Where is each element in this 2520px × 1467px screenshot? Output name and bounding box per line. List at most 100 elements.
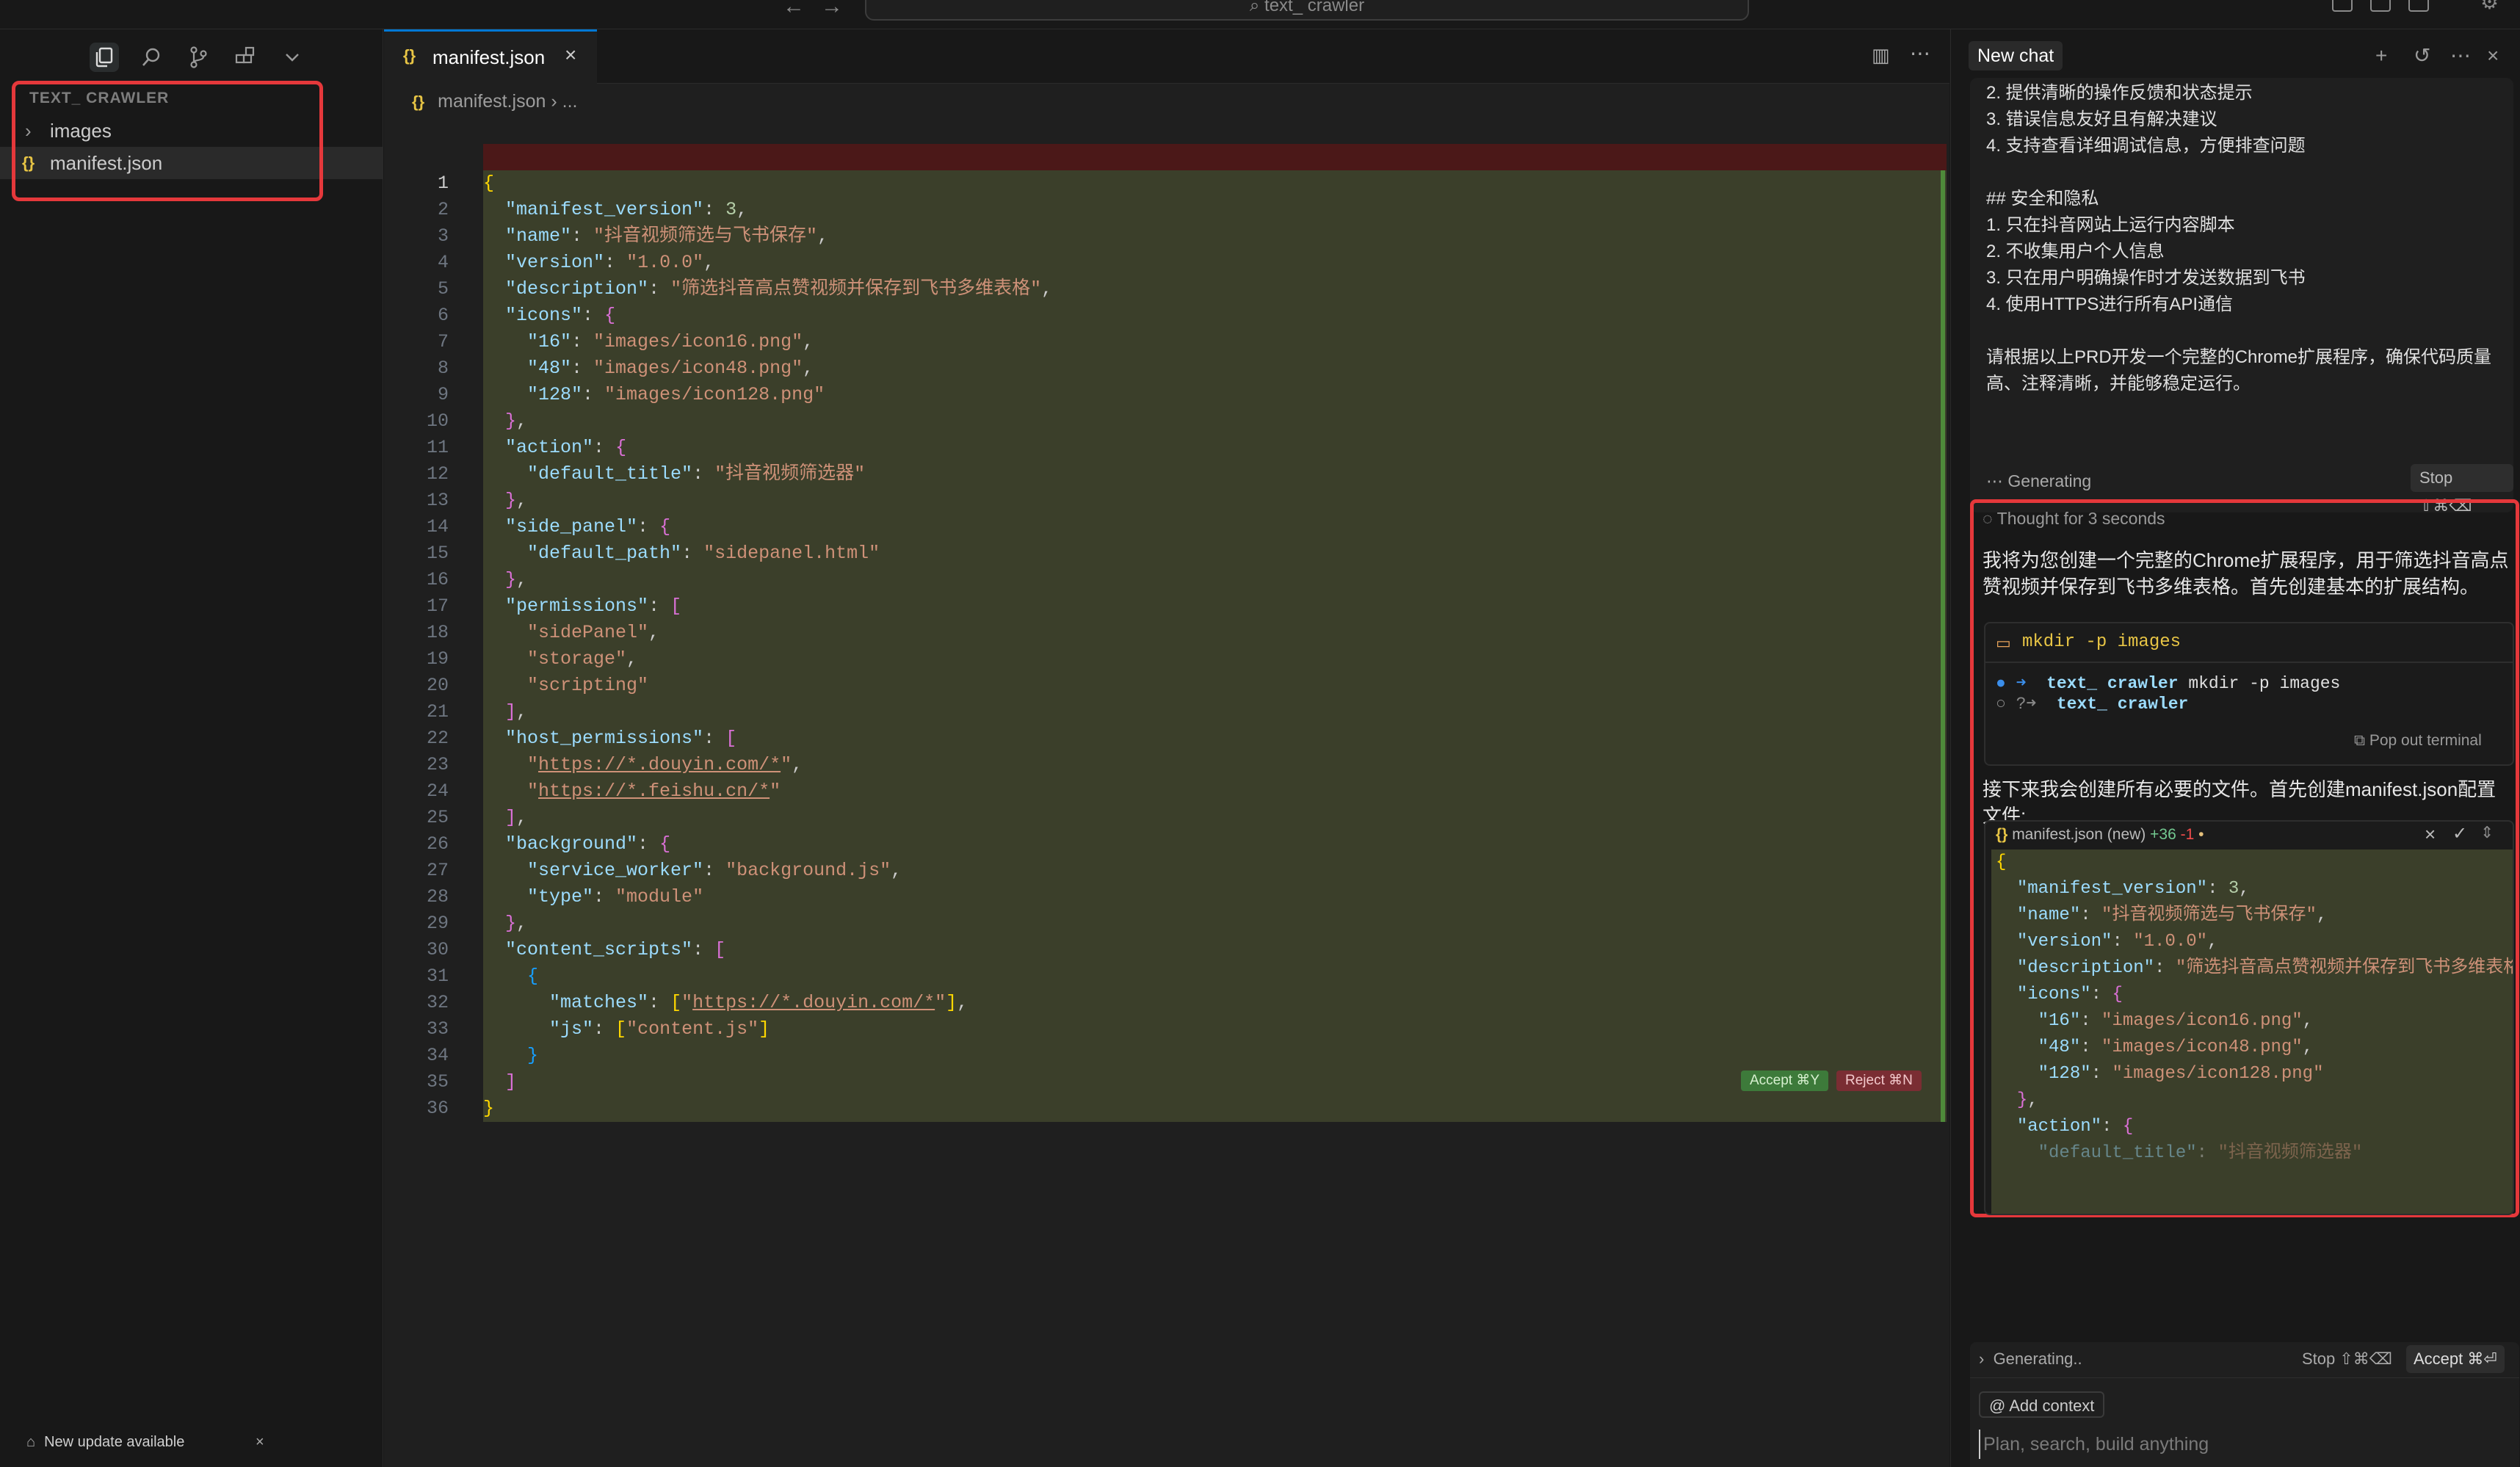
- add-context-button[interactable]: @ Add context: [1979, 1391, 2105, 1418]
- code-line: 27 "service_worker": "background.js",: [426, 860, 902, 881]
- code-line: 29 },: [426, 913, 528, 934]
- toggle-sidebar-icon[interactable]: [2332, 0, 2353, 12]
- close-tab-icon[interactable]: ×: [565, 43, 576, 67]
- breadcrumb: {} manifest.json › ...: [412, 91, 578, 112]
- message-line: ## 安全和隐私: [1986, 189, 2099, 209]
- code-line: 31 {: [426, 966, 539, 987]
- code-line: 7 "16": "images/icon16.png",: [437, 331, 814, 352]
- terminal-command: mkdir -p images: [2022, 632, 2182, 652]
- toggle-secondary-sidebar-icon[interactable]: [2408, 0, 2429, 12]
- history-icon[interactable]: ↺: [2414, 46, 2430, 66]
- accept-all-button[interactable]: Accept ⌘⏎: [2406, 1345, 2505, 1373]
- code-line: 35 ]: [426, 1071, 517, 1093]
- thought-indicator[interactable]: ◌ Thought for 3 seconds: [1983, 509, 2165, 529]
- generating-bar: › Generating.. Stop ⇧⌘⌫ Accept ⌘⏎: [1970, 1342, 2519, 1377]
- external-link-icon: ⧉: [2354, 732, 2369, 749]
- stop-generating-button[interactable]: Stop ⇧⌘⌫: [2302, 1350, 2392, 1369]
- json-file-icon: {}: [403, 46, 416, 65]
- code-line: 13 },: [426, 490, 528, 511]
- expand-icon[interactable]: ⇕: [2480, 823, 2494, 842]
- tab-manifest-json[interactable]: {} manifest.json ×: [384, 29, 597, 84]
- generating-toggle[interactable]: › Generating..: [1979, 1350, 2082, 1369]
- pop-out-terminal-button[interactable]: ⧉ Pop out terminal: [2354, 732, 2482, 750]
- code-line: 17 "permissions": [: [426, 595, 682, 617]
- settings-gear-icon[interactable]: ⚙: [2480, 0, 2499, 12]
- code-line: 11 "action": {: [426, 437, 627, 458]
- chat-composer: @ Add context Plan, search, build anythi…: [1970, 1377, 2519, 1467]
- ai-chat-panel: New chat + ↺ ⋯ × 2. 提供清晰的操作反馈和状态提示 3. 错误…: [1950, 29, 2520, 1467]
- code-line: 2 "manifest_version": 3,: [437, 199, 748, 220]
- code-line: 4 "version": "1.0.0",: [437, 252, 715, 273]
- back-arrow-icon[interactable]: ←: [783, 0, 805, 18]
- json-file-icon: {}: [412, 93, 425, 111]
- message-line: 请根据以上PRD开发一个完整的Chrome扩展程序，确保代码质量: [1986, 347, 2492, 367]
- sidebar-toolbar: [0, 29, 383, 84]
- code-editor[interactable]: 1{ 2 "manifest_version": 3, 3 "name": "抖…: [384, 144, 1949, 1122]
- json-file-icon: {}: [1996, 826, 2013, 843]
- close-icon[interactable]: ×: [256, 1427, 264, 1457]
- search-icon: ⌕: [1249, 0, 1265, 15]
- chat-header: New chat + ↺ ⋯ ×: [1951, 29, 2520, 84]
- thought-bubble-icon: ◌: [1983, 509, 1997, 528]
- tab-label: manifest.json: [432, 46, 546, 68]
- code-line: 30 "content_scripts": [: [426, 939, 726, 960]
- code-line: 19 "storage",: [426, 648, 638, 670]
- file-edit-card: {} manifest.json (new) +36 -1 • × ✓ ⇕ { …: [1984, 820, 2514, 1215]
- code-line: 26 "background": {: [426, 833, 671, 855]
- code-line: 8 "48": "images/icon48.png",: [437, 358, 814, 379]
- edit-card-header: {} manifest.json (new) +36 -1 •: [1996, 826, 2204, 843]
- code-line: 23 "https://*.douyin.com/*",: [426, 754, 803, 775]
- explorer-files-icon[interactable]: [90, 43, 119, 72]
- editor-area: {} manifest.json × ▥ ⋯ {} manifest.json ›…: [384, 29, 1949, 1467]
- at-sign-icon: @: [1989, 1397, 2010, 1415]
- extensions-icon[interactable]: [231, 43, 260, 72]
- toggle-panel-icon[interactable]: [2370, 0, 2391, 12]
- code-line: 14 "side_panel": {: [426, 516, 671, 537]
- code-line: 28 "type": "module": [426, 886, 704, 908]
- code-line: 10 },: [426, 410, 528, 432]
- message-line: 高、注释清晰，并能够稳定运行。: [1986, 374, 2251, 394]
- more-actions-icon[interactable]: ⋯: [1910, 41, 1930, 65]
- message-line: 4. 使用HTTPS进行所有API通信: [1986, 294, 2234, 314]
- explorer-sidebar: TEXT_ CRAWLER › images {} manifest.json …: [0, 29, 383, 1467]
- bell-icon: ⌂: [26, 1434, 36, 1450]
- chat-input[interactable]: Plan, search, build anything: [1979, 1430, 2508, 1459]
- chat-title-tab[interactable]: New chat: [1969, 41, 2063, 70]
- previous-user-message: 2. 提供清晰的操作反馈和状态提示 3. 错误信息友好且有解决建议 4. 支持查…: [1970, 78, 2513, 515]
- editor-tab-bar: {} manifest.json × ▥ ⋯: [384, 29, 1949, 84]
- code-line: 21 ],: [426, 701, 528, 722]
- search-icon[interactable]: [137, 43, 166, 72]
- terminal-output-line: ● ➜ text_ crawler mkdir -p images: [1996, 674, 2341, 693]
- message-line: 3. 错误信息友好且有解决建议: [1986, 109, 2217, 129]
- code-line: 22 "host_permissions": [: [426, 728, 737, 749]
- message-line: 4. 支持查看详细调试信息，方便排查问题: [1986, 136, 2306, 156]
- code-line: 6 "icons": {: [437, 305, 616, 326]
- reject-edit-icon[interactable]: ×: [2425, 823, 2436, 846]
- close-panel-icon[interactable]: ×: [2487, 46, 2499, 66]
- title-bar: ← → ⌕ text_ crawler ⚙: [0, 0, 2520, 29]
- forward-arrow-icon[interactable]: →: [821, 0, 843, 18]
- code-line: 34 }: [426, 1045, 539, 1066]
- command-search-bar[interactable]: ⌕ text_ crawler: [865, 0, 1749, 21]
- terminal-command-bar: ▭ mkdir -p images: [1985, 623, 2513, 663]
- code-line: 18 "sidePanel",: [426, 622, 660, 643]
- terminal-icon: ▭: [1996, 634, 2011, 652]
- source-control-icon[interactable]: [184, 43, 213, 72]
- accept-edit-icon[interactable]: ✓: [2452, 823, 2467, 844]
- code-line: 20 "scripting": [426, 675, 649, 696]
- reject-diff-button[interactable]: Reject ⌘N: [1836, 1071, 1922, 1091]
- more-options-icon[interactable]: ⋯: [2450, 46, 2471, 66]
- highlight-box: [12, 81, 323, 201]
- chevron-down-icon[interactable]: [278, 43, 307, 72]
- accept-diff-button[interactable]: Accept ⌘Y: [1741, 1071, 1829, 1091]
- update-notification[interactable]: ⌂ New update available ×: [26, 1427, 276, 1457]
- stop-button[interactable]: Stop ⇧⌘⌫: [2411, 464, 2513, 515]
- split-editor-icon[interactable]: ▥: [1872, 44, 1890, 67]
- code-line: 15 "default_path": "sidepanel.html": [426, 543, 880, 564]
- assistant-response-highlight: ◌ Thought for 3 seconds 我将为您创建一个完整的Chrom…: [1970, 499, 2519, 1217]
- code-line: 25 ],: [426, 807, 528, 828]
- response-paragraph: 我将为您创建一个完整的Chrome扩展程序，用于筛选抖音高点赞视频并保存到飞书多…: [1983, 549, 2509, 598]
- code-line: 12 "default_title": "抖音视频筛选器": [426, 463, 866, 485]
- new-chat-plus-icon[interactable]: +: [2375, 46, 2387, 66]
- code-line: 1{: [437, 173, 495, 194]
